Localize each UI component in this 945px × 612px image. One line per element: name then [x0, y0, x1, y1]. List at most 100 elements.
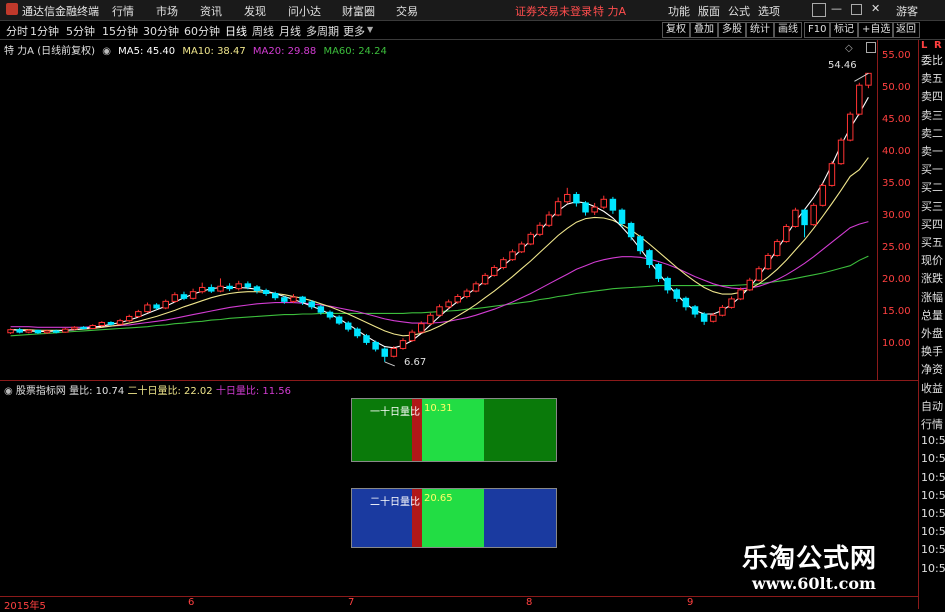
period-intraday[interactable]: 分时 — [6, 23, 28, 39]
period-5min[interactable]: 5分钟 — [66, 23, 95, 39]
candle-up — [728, 298, 735, 308]
draw-line-button[interactable]: 画线 — [774, 22, 802, 38]
add-watchlist-button[interactable]: +自选 — [858, 22, 895, 38]
candle-up — [198, 286, 206, 293]
menu-news[interactable]: 资讯 — [200, 3, 222, 19]
candle-up — [399, 340, 407, 349]
price-tick: 55.00 — [882, 50, 911, 61]
menu-market[interactable]: 市场 — [156, 3, 178, 19]
candle-up — [856, 84, 863, 115]
diamond-icon[interactable]: ◇ — [845, 43, 853, 54]
candle — [746, 277, 754, 292]
watermark: 乐淘公式网 www.60lt.com — [724, 536, 918, 596]
menu-quotes[interactable]: 行情 — [112, 3, 134, 19]
adjust-button[interactable]: 复权 — [662, 22, 690, 38]
candle-up — [536, 224, 544, 235]
candle-down — [317, 306, 325, 313]
window-mode-icon[interactable] — [812, 3, 826, 17]
close-icon[interactable]: ✕ — [871, 2, 880, 15]
settings-icon[interactable]: ◉ — [4, 386, 13, 397]
candle — [436, 304, 443, 317]
low-price-label: 6.67 — [404, 357, 427, 368]
candle-down — [372, 341, 379, 350]
candle-down — [271, 293, 279, 299]
menu-options[interactable]: 选项 — [758, 3, 780, 19]
low-marker — [384, 361, 395, 367]
candle-up — [25, 329, 33, 333]
price-tick: 35.00 — [882, 178, 911, 189]
menu-formula[interactable]: 公式 — [728, 3, 750, 19]
menu-function[interactable]: 功能 — [668, 3, 690, 19]
login-warning[interactable]: 证券交易未登录 — [515, 3, 592, 19]
candle-down — [262, 289, 270, 295]
overlay-button[interactable]: 叠加 — [690, 22, 718, 38]
menu-bar: 通达信金融终端 行情 市场 资讯 发现 问小达 财富圈 交易 证券交易未登录 特… — [0, 0, 945, 21]
candle — [627, 221, 635, 241]
candle-up — [454, 296, 461, 303]
candle-up — [98, 321, 106, 327]
candle — [162, 299, 169, 310]
candle-down — [673, 289, 681, 299]
price-tick: 50.00 — [882, 82, 911, 93]
period-daily[interactable]: 日线 — [225, 23, 247, 39]
candle-up — [436, 306, 443, 316]
candle-down — [335, 316, 343, 324]
guest-label[interactable]: 游客 — [896, 3, 918, 19]
candle — [609, 196, 617, 214]
candle-up — [591, 206, 598, 213]
sidebar-l-tab[interactable]: L — [921, 40, 927, 51]
candle — [755, 266, 763, 282]
ten-day-value: 10.31 — [424, 403, 453, 414]
period-weekly[interactable]: 周线 — [252, 23, 274, 39]
menu-discover[interactable]: 发现 — [244, 3, 266, 19]
candle — [135, 309, 142, 318]
sidebar-r-tab[interactable]: R — [934, 40, 942, 51]
mark-button[interactable]: 标记 — [830, 22, 858, 38]
back-button[interactable]: 返回 — [892, 22, 920, 38]
period-multi[interactable]: 多周期 — [306, 23, 339, 39]
period-1min[interactable]: 1分钟 — [30, 23, 59, 39]
candle — [171, 292, 179, 303]
statistics-button[interactable]: 统计 — [746, 22, 774, 38]
multi-stock-button[interactable]: 多股 — [718, 22, 746, 38]
period-15min[interactable]: 15分钟 — [102, 23, 138, 39]
candle-up — [390, 347, 398, 357]
indicator-title: 股票指标网 — [15, 386, 66, 397]
candlestick-chart[interactable] — [0, 40, 918, 380]
candle-down — [226, 285, 233, 290]
candle — [399, 338, 407, 350]
period-30min[interactable]: 30分钟 — [143, 23, 179, 39]
candle-up — [865, 72, 872, 86]
menu-trade[interactable]: 交易 — [396, 3, 418, 19]
candle — [719, 304, 726, 317]
maximize-icon[interactable] — [851, 4, 862, 15]
candle-up — [71, 326, 78, 330]
price-axis: 55.00 50.00 45.00 40.00 35.00 30.00 25.0… — [877, 40, 919, 380]
candle-down — [627, 222, 635, 238]
menu-ask-xiaoda[interactable]: 问小达 — [288, 3, 321, 19]
f10-button[interactable]: F10 — [804, 22, 831, 38]
candle-down — [637, 236, 644, 252]
menu-wealth-circle[interactable]: 财富圈 — [342, 3, 375, 19]
candle — [509, 249, 516, 261]
period-60min[interactable]: 60分钟 — [184, 23, 220, 39]
minimize-icon[interactable]: — — [831, 2, 842, 15]
current-stock-name: 特 力A — [593, 5, 627, 18]
chart-title: 特 力A (日线前复权) — [4, 46, 96, 57]
candle — [125, 314, 133, 322]
sidebar-label: 10:50 — [921, 507, 945, 520]
date-tick: 8 — [526, 597, 533, 608]
ten-day-ratio: 十日量比: 11.56 — [215, 386, 292, 397]
candle-up — [819, 184, 827, 206]
period-toolbar: 分时 1分钟 5分钟 15分钟 30分钟 60分钟 日线 周线 月线 多周期 更… — [0, 21, 945, 40]
candle — [664, 276, 671, 294]
menu-layout[interactable]: 版面 — [698, 3, 720, 19]
period-monthly[interactable]: 月线 — [279, 23, 301, 39]
chevron-down-icon[interactable]: ▼ — [367, 25, 373, 34]
watermark-title: 乐淘公式网 — [742, 544, 878, 574]
candle — [500, 257, 507, 270]
period-more[interactable]: 更多 — [343, 23, 365, 39]
panel-toggle-icon[interactable] — [866, 42, 876, 53]
settings-icon[interactable]: ◉ — [102, 46, 111, 57]
candle-up — [418, 323, 425, 333]
